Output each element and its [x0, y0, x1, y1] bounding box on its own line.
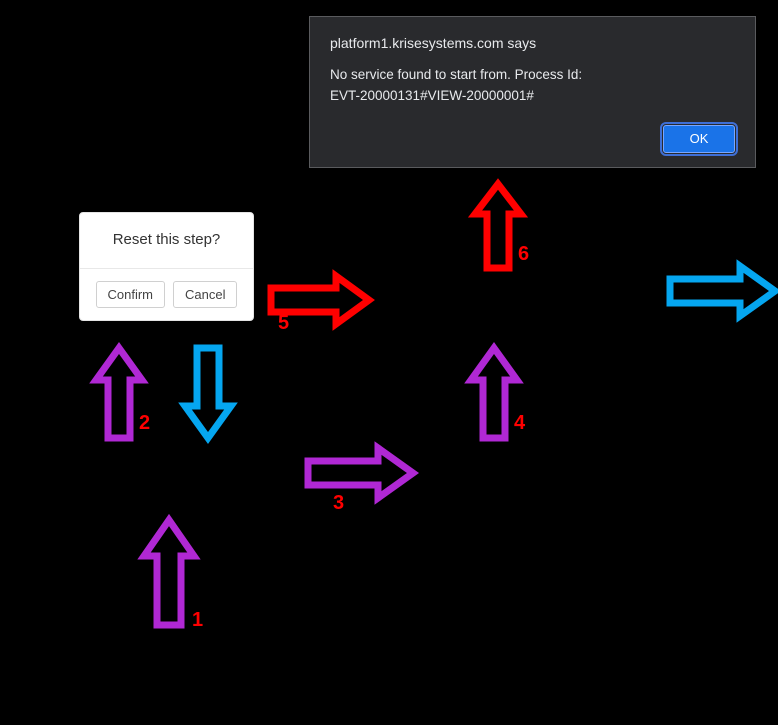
- popover-button-row: Confirm Cancel: [80, 269, 253, 320]
- alert-origin-title: platform1.krisesystems.com says: [330, 35, 735, 51]
- alert-button-row: OK: [330, 125, 735, 153]
- alert-message: No service found to start from. Process …: [330, 65, 735, 107]
- arrow-blue-down-icon: [181, 348, 235, 443]
- arrow-4-up-icon: [467, 348, 521, 443]
- arrow-3-label: 3: [333, 492, 344, 515]
- arrow-1-label: 1: [192, 609, 203, 632]
- alert-message-line1: No service found to start from. Process …: [330, 67, 582, 82]
- confirm-button[interactable]: Confirm: [96, 281, 166, 308]
- reset-step-popover: Reset this step? Confirm Cancel: [79, 212, 254, 321]
- cancel-button[interactable]: Cancel: [173, 281, 237, 308]
- arrow-blue-right-icon: [670, 261, 778, 321]
- arrow-4-label: 4: [514, 412, 525, 435]
- browser-alert-dialog: platform1.krisesystems.com says No servi…: [309, 16, 756, 168]
- alert-message-line2: EVT-20000131#VIEW-20000001#: [330, 88, 534, 103]
- arrow-1-up-icon: [139, 520, 199, 630]
- arrow-3-right-icon: [308, 443, 418, 503]
- arrow-6-up-icon: [471, 184, 525, 272]
- alert-ok-button[interactable]: OK: [663, 125, 735, 153]
- popover-title: Reset this step?: [80, 213, 253, 269]
- arrow-6-label: 6: [518, 243, 529, 266]
- arrow-2-label: 2: [139, 412, 150, 435]
- arrow-2-up-icon: [92, 348, 146, 443]
- arrow-5-label: 5: [278, 312, 289, 335]
